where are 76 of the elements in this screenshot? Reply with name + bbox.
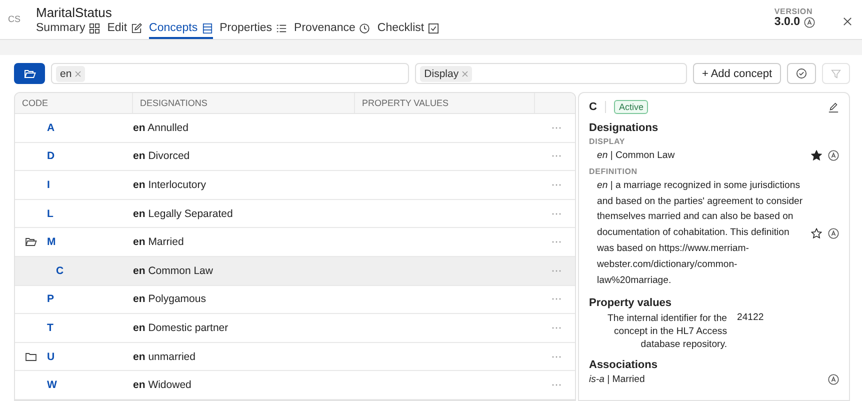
designation-text: en Annulled <box>133 122 190 134</box>
check-circle-icon <box>796 68 807 80</box>
author-icon <box>804 16 815 28</box>
tab[interactable]: Edit <box>107 22 142 39</box>
concept-code-link[interactable]: L <box>47 208 54 220</box>
concept-code-link[interactable]: T <box>47 322 54 334</box>
designation-text: en unmarried <box>133 350 196 363</box>
designation-text: en Polygamous <box>133 293 207 306</box>
concept-code: C <box>589 101 606 114</box>
edit-icon <box>131 22 142 34</box>
designation-type-label: DEFINITION <box>589 166 638 176</box>
folder-icon[interactable] <box>25 352 37 362</box>
column-header: CODE <box>15 93 133 114</box>
filter-button[interactable] <box>822 63 850 84</box>
grid-icon <box>89 22 100 34</box>
star-icon[interactable] <box>811 228 822 239</box>
author-icon <box>828 228 839 239</box>
designation-text: en Widowed <box>133 379 192 392</box>
status-badge: Active <box>614 100 648 114</box>
concept-code-link[interactable]: W <box>47 379 57 392</box>
column-header: DESIGNATIONS <box>133 93 355 114</box>
concept-code-link[interactable]: M <box>47 236 56 248</box>
concept-code-link[interactable]: C <box>56 264 64 277</box>
designation-text: en Legally Separated <box>133 208 234 220</box>
concept-code-link[interactable]: U <box>47 350 55 363</box>
language-filter-field[interactable]: en <box>51 63 410 84</box>
concept-code-link[interactable]: P <box>47 293 54 306</box>
column-header: PROPERTY VALUES <box>355 93 535 114</box>
resource-type-label: CS <box>8 14 22 24</box>
concept-code-link[interactable]: D <box>47 150 55 162</box>
designation-text: en Interlocutory <box>133 179 207 192</box>
concept-row[interactable]: P en Polygamous <box>15 286 575 314</box>
property-name: The internal identifier for the concept in the HL7 Access database repository. <box>606 312 727 352</box>
version-value: 3.0.0 <box>774 16 800 28</box>
author-icon <box>828 150 839 162</box>
check-icon <box>428 22 440 34</box>
remove-icon[interactable] <box>74 70 81 77</box>
open-folder-icon <box>24 68 36 79</box>
tab[interactable]: Provenance <box>294 22 370 39</box>
section-title: Property values <box>589 297 673 310</box>
property-filter-field[interactable]: Display <box>415 63 687 84</box>
tree-view-button[interactable] <box>14 63 45 84</box>
add-concept-button[interactable]: + Add concept <box>692 63 781 84</box>
tab[interactable]: Checklist <box>377 22 440 39</box>
list-icon <box>202 22 213 34</box>
remove-icon[interactable] <box>462 70 468 77</box>
designation-text: en | Common Law <box>597 149 676 164</box>
tab[interactable]: Properties <box>220 22 288 39</box>
validate-button[interactable] <box>787 63 816 84</box>
concept-code-link[interactable]: A <box>47 122 55 134</box>
designation-text: en | a marriage recognized in some jurisdictions and based on the parties' agreement to consider themselves married and can also be based on documentation of cohabitation. This definition was based on https://www.merriam-webster.com/dictionary/common-law%20marriage. <box>597 178 804 288</box>
designation-text: en Divorced <box>133 150 191 162</box>
association-text: is-a | Married <box>589 374 646 386</box>
designation-text: en Domestic partner <box>133 322 230 334</box>
tab[interactable]: Summary <box>36 22 100 39</box>
section-title: Associations <box>589 359 658 372</box>
property-value: 24122 <box>737 312 764 326</box>
designation-text: en Married <box>133 236 185 248</box>
designation-text: en Common Law <box>133 264 214 277</box>
close-icon[interactable] <box>843 17 852 26</box>
filter-chip-label: en <box>60 68 72 80</box>
page-title: MaritalStatus <box>36 5 113 20</box>
clock-icon <box>359 22 370 34</box>
designation-type-label: DISPLAY <box>589 137 626 146</box>
edit-icon[interactable] <box>828 102 839 113</box>
open-folder-icon[interactable] <box>25 237 37 248</box>
concept-code-link[interactable]: I <box>47 179 50 192</box>
version-label: VERSION <box>774 7 814 16</box>
section-title: Designations <box>589 122 660 134</box>
author-icon <box>828 374 839 386</box>
star-icon[interactable] <box>811 150 822 162</box>
concept-row[interactable]: D en Divorced <box>15 142 575 172</box>
filter-chip-label: Display <box>424 68 459 80</box>
bullets-icon <box>276 22 288 34</box>
concept-row[interactable]: C en Common Law <box>15 257 575 286</box>
filter-icon <box>831 68 841 79</box>
